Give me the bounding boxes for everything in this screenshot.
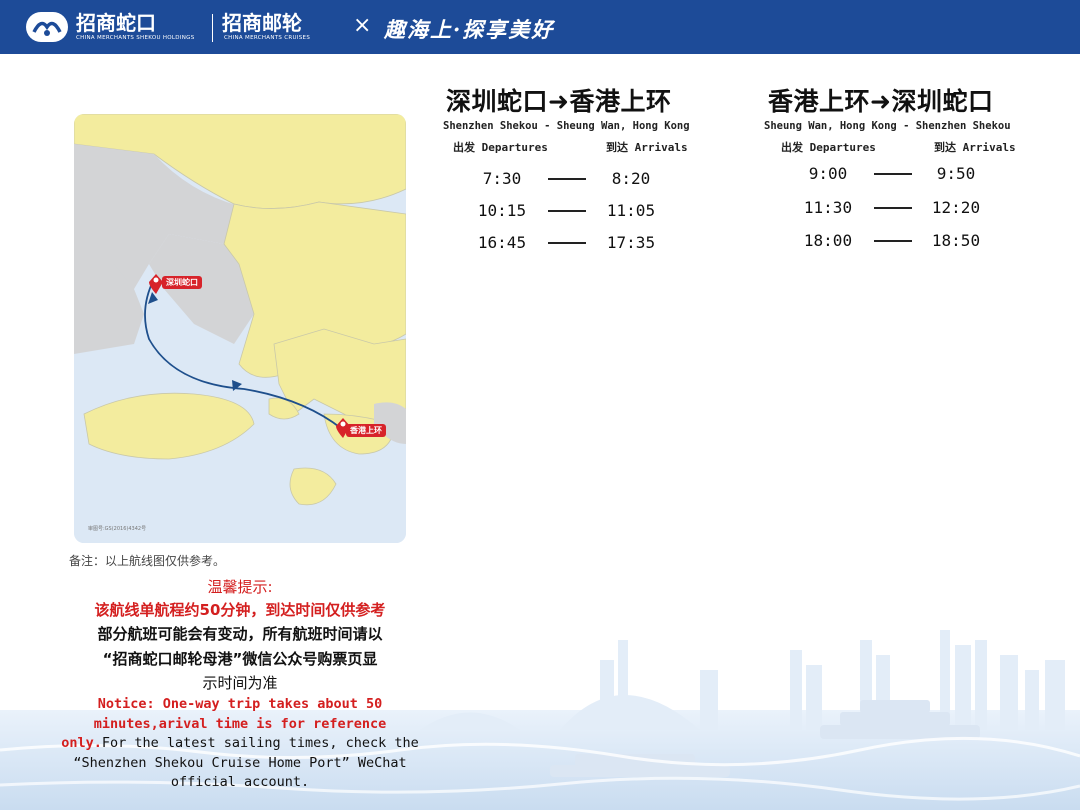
brand-cruises: 招商邮轮 — [222, 11, 302, 35]
route1-arr-time: 17:35 — [606, 233, 656, 252]
route2-dep-time: 11:30 — [803, 198, 853, 217]
route1-arrivals-header: 到达 Arrivals — [606, 141, 688, 154]
tip-line-schedule: 部分航班可能会有变动，所有航班时间请以 — [97, 625, 383, 643]
map-remark: 备注：以上航线图仅供参考。 — [69, 554, 226, 568]
route2-departures-header: 出发 Departures — [781, 141, 876, 154]
english-notice-wechat: For the latest sailing times, check the … — [73, 735, 419, 791]
brand-shekou: 招商蛇口 — [76, 11, 156, 35]
tip-line-display: 示时间为准 — [202, 674, 278, 692]
slogan: 趣海上·探享美好 — [384, 17, 555, 42]
route-map-drawing — [74, 114, 406, 543]
route1-dep-time: 10:15 — [477, 201, 527, 220]
time-connector — [548, 178, 586, 180]
tip-line-wechat: “招商蛇口邮轮母港”微信公众号购票页显 — [102, 650, 378, 668]
china-merchants-logo-icon — [26, 12, 68, 42]
route2-arrivals-header: 到达 Arrivals — [934, 141, 1016, 154]
times-icon: × — [353, 13, 372, 38]
route1-dep-time: 7:30 — [482, 169, 522, 188]
time-connector — [874, 173, 912, 175]
shekou-pin-label: 深圳蛇口 — [162, 276, 202, 289]
route2-arr-time: 9:50 — [936, 164, 976, 183]
route1-subtitle: Shenzhen Shekou - Sheung Wan, Hong Kong — [443, 120, 690, 132]
route1-departures-header: 出发 Departures — [453, 141, 548, 154]
time-connector — [548, 210, 586, 212]
header-bar: 招商蛇口 CHINA MERCHANTS SHEKOU HOLDINGS 招商邮… — [0, 0, 1080, 54]
time-connector — [874, 207, 912, 209]
brand-cruises-en: CHINA MERCHANTS CRUISES — [224, 35, 311, 41]
route1-title: 深圳蛇口➜香港上环 — [446, 87, 672, 116]
route-map: 深圳蛇口 香港上环 审图号:GS(2016)4342号 — [74, 114, 406, 543]
english-notice: Notice: One-way trip takes about 50 minu… — [60, 695, 420, 793]
route2-title: 香港上环➜深圳蛇口 — [768, 87, 994, 116]
route2-dep-time: 9:00 — [808, 164, 848, 183]
route1-arr-time: 8:20 — [611, 169, 651, 188]
route2-dep-time: 18:00 — [803, 231, 853, 250]
map-approval-number: 审图号:GS(2016)4342号 — [88, 526, 147, 532]
route2-arr-time: 18:50 — [931, 231, 981, 250]
time-connector — [874, 240, 912, 242]
route2-subtitle: Sheung Wan, Hong Kong - Shenzhen Shekou — [764, 120, 1011, 132]
brand-shekou-en: CHINA MERCHANTS SHEKOU HOLDINGS — [76, 35, 195, 41]
tip-title: 温馨提示: — [207, 578, 273, 596]
time-connector — [548, 242, 586, 244]
route1-dep-time: 16:45 — [477, 233, 527, 252]
route1-arr-time: 11:05 — [606, 201, 656, 220]
brand-divider — [212, 14, 213, 42]
sheungwan-pin-label: 香港上环 — [346, 424, 386, 437]
route2-arr-time: 12:20 — [931, 198, 981, 217]
tip-line-duration: 该航线单航程约50分钟，到达时间仅供参考 — [94, 601, 386, 619]
